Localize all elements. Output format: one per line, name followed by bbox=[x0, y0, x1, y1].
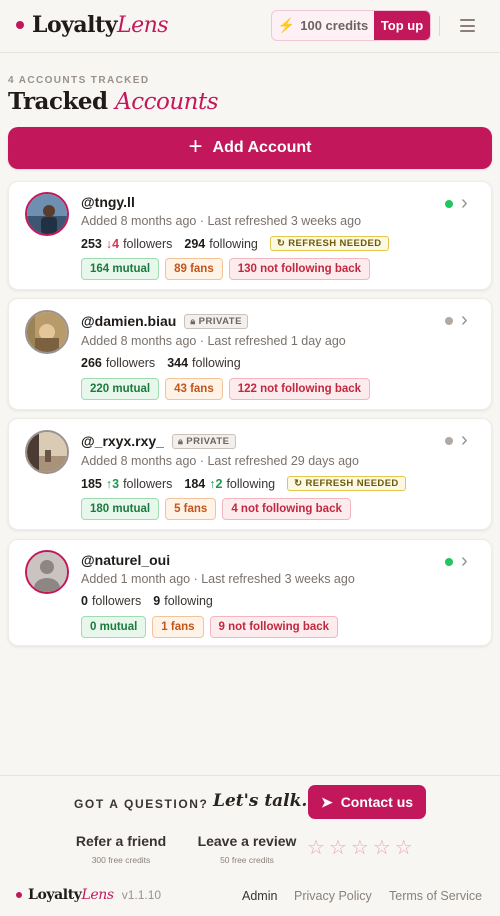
not-following-back-chip[interactable]: 130 not following back bbox=[228, 258, 371, 280]
mutual-chip[interactable]: 180 mutual bbox=[81, 498, 160, 520]
rating-stars: ☆ ☆ ☆ ☆ ☆ bbox=[307, 838, 417, 858]
page-title: Tracked Accounts bbox=[8, 88, 219, 115]
private-badge: 🔒︎ PRIVATE bbox=[171, 433, 236, 449]
refer-title: Refer a friend bbox=[75, 833, 167, 849]
chevron-right-icon[interactable]: › bbox=[461, 309, 468, 332]
chevron-right-icon[interactable]: › bbox=[461, 192, 468, 215]
star-icon[interactable]: ☆ bbox=[351, 838, 369, 858]
not-following-back-chip[interactable]: 122 not following back bbox=[228, 378, 371, 400]
avatar bbox=[25, 550, 69, 594]
refer-friend-link[interactable]: Refer a friend 300 free credits bbox=[70, 833, 172, 865]
review-subtitle: 50 free credits bbox=[220, 855, 274, 865]
contact-us-button[interactable]: ➤ Contact us bbox=[308, 785, 426, 819]
privacy-policy-link[interactable]: Privacy Policy bbox=[294, 889, 372, 903]
account-handle: @tngy.ll bbox=[81, 194, 135, 210]
status-dot bbox=[445, 200, 453, 208]
status-dot bbox=[445, 558, 453, 566]
admin-link[interactable]: Admin bbox=[242, 889, 277, 903]
account-card-naturel[interactable]: @naturel_oui Added 1 month ago · Last re… bbox=[8, 539, 492, 646]
star-icon[interactable]: ☆ bbox=[307, 838, 325, 858]
not-following-back-chip[interactable]: 4 not following back bbox=[222, 498, 351, 520]
account-meta: Added 8 months ago · Last refreshed 29 d… bbox=[81, 454, 359, 468]
fans-chip[interactable]: 5 fans bbox=[165, 498, 217, 520]
account-handle: @_rxyx.rxy_ 🔒︎ PRIVATE bbox=[81, 433, 236, 449]
lock-icon: 🔒︎ bbox=[190, 315, 196, 326]
stat-chips: 0 mutual 1 fans 9 not following back bbox=[81, 616, 344, 638]
account-stats: 0 followers 9 following bbox=[81, 594, 213, 608]
refer-subtitle: 300 free credits bbox=[91, 855, 151, 865]
private-badge: 🔒︎ PRIVATE bbox=[184, 313, 248, 329]
refresh-icon: ↻ bbox=[276, 238, 286, 249]
account-stats: 266 followers 344 following bbox=[81, 356, 241, 370]
avatar bbox=[25, 192, 69, 236]
account-meta: Added 8 months ago · Last refreshed 3 we… bbox=[81, 214, 362, 228]
brand-dot bbox=[16, 892, 22, 898]
credits-balance[interactable]: ⚡ 100 credits bbox=[272, 11, 374, 40]
status-dot bbox=[445, 317, 453, 325]
mutual-chip[interactable]: 220 mutual bbox=[81, 378, 160, 400]
account-meta: Added 8 months ago · Last refreshed 1 da… bbox=[81, 334, 346, 348]
fans-chip[interactable]: 43 fans bbox=[165, 378, 223, 400]
hamburger-icon[interactable] bbox=[460, 19, 475, 32]
credits-widget: ⚡ 100 credits Top up bbox=[271, 10, 431, 41]
account-stats: 253 ↓4 followers 294 following ↻ REFRESH NEE… bbox=[81, 236, 389, 251]
brand-dot bbox=[16, 21, 24, 29]
account-handle: @naturel_oui bbox=[81, 552, 171, 568]
mutual-chip[interactable]: 164 mutual bbox=[81, 258, 160, 280]
chevron-right-icon[interactable]: › bbox=[461, 429, 468, 452]
fans-chip[interactable]: 89 fans bbox=[165, 258, 223, 280]
plus-icon: + bbox=[188, 133, 203, 160]
footer-brand[interactable]: LoyaltyLens v1.1.10 bbox=[16, 887, 161, 903]
review-title: Leave a review bbox=[197, 833, 297, 849]
footer-question: GOT A QUESTION? bbox=[74, 797, 209, 811]
top-up-button[interactable]: Top up bbox=[374, 11, 430, 40]
footer-brand-name: LoyaltyLens bbox=[28, 887, 114, 903]
avatar bbox=[25, 310, 69, 354]
mutual-chip[interactable]: 0 mutual bbox=[81, 616, 147, 638]
terms-of-service-link[interactable]: Terms of Service bbox=[389, 889, 482, 903]
account-handle: @damien.biau 🔒︎ PRIVATE bbox=[81, 313, 248, 329]
account-card-tngy[interactable]: @tngy.ll Added 8 months ago · Last refre… bbox=[8, 181, 492, 290]
lightning-icon: ⚡ bbox=[277, 17, 296, 33]
stat-chips: 164 mutual 89 fans 130 not following bac… bbox=[81, 258, 376, 280]
brand-name: LoyaltyLens bbox=[32, 12, 169, 38]
refresh-icon: ↻ bbox=[294, 478, 303, 489]
version-label: v1.1.10 bbox=[121, 888, 162, 902]
lock-icon: 🔒︎ bbox=[177, 435, 184, 446]
top-header: LoyaltyLens ⚡ 100 credits Top up bbox=[0, 0, 500, 53]
refresh-needed-badge: ↻ REFRESH NEEDED bbox=[269, 236, 389, 251]
account-meta: Added 1 month ago · Last refreshed 3 wee… bbox=[81, 572, 355, 586]
footer-lets-talk: Let's talk. bbox=[213, 791, 308, 811]
send-icon: ➤ bbox=[320, 793, 333, 810]
avatar bbox=[25, 430, 69, 474]
star-icon[interactable]: ☆ bbox=[373, 838, 391, 858]
not-following-back-chip[interactable]: 9 not following back bbox=[209, 616, 339, 638]
add-account-label: Add Account bbox=[212, 139, 312, 156]
star-icon[interactable]: ☆ bbox=[329, 838, 347, 858]
brand-logo[interactable]: LoyaltyLens bbox=[16, 12, 169, 38]
account-card-damien[interactable]: @damien.biau 🔒︎ PRIVATE Added 8 months ag… bbox=[8, 298, 492, 410]
chevron-right-icon[interactable]: › bbox=[461, 550, 468, 573]
stat-chips: 180 mutual 5 fans 4 not following back bbox=[81, 498, 357, 520]
account-card-rxyx[interactable]: @_rxyx.rxy_ 🔒︎ PRIVATE Added 8 months ago… bbox=[8, 418, 492, 530]
fans-chip[interactable]: 1 fans bbox=[152, 616, 204, 638]
account-stats: 185 ↑3 followers 184 ↑2 following ↻ REFRESH N… bbox=[81, 476, 406, 491]
accounts-count-label: 4 ACCOUNTS TRACKED bbox=[8, 75, 150, 86]
leave-review-link[interactable]: Leave a review 50 free credits bbox=[196, 833, 298, 865]
refresh-needed-badge: ↻ REFRESH NEEDED bbox=[287, 476, 406, 491]
credits-label: 100 credits bbox=[300, 18, 369, 33]
stat-chips: 220 mutual 43 fans 122 not following bac… bbox=[81, 378, 376, 400]
footer-divider bbox=[0, 775, 500, 776]
status-dot bbox=[445, 437, 453, 445]
add-account-button[interactable]: + Add Account bbox=[8, 127, 492, 169]
star-icon[interactable]: ☆ bbox=[395, 838, 413, 858]
header-divider bbox=[439, 16, 440, 36]
